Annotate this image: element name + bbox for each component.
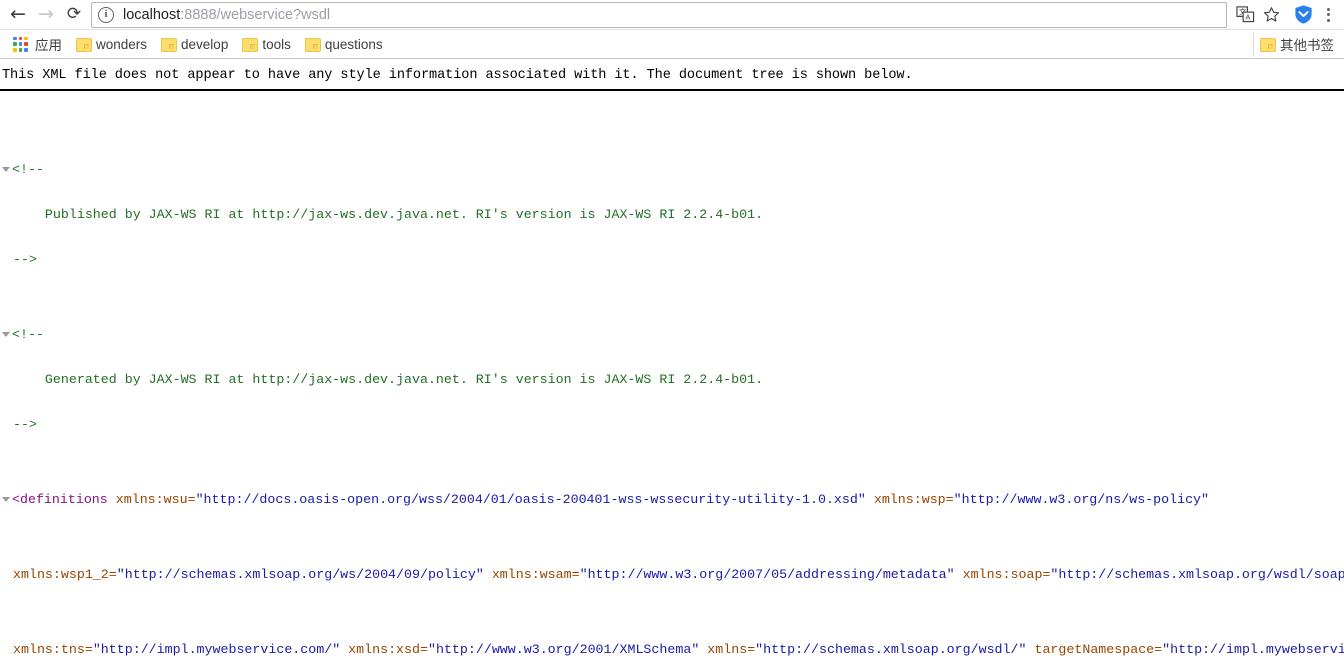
collapse-triangle-icon[interactable] — [2, 497, 10, 502]
attr-value: http://www.w3.org/2001/XMLSchema — [435, 642, 692, 657]
collapse-triangle-icon[interactable] — [2, 332, 10, 337]
attr-value: http://docs.oasis-open.org/wss/2004/01/o… — [203, 492, 858, 507]
comment-close-line: --> — [2, 417, 1344, 432]
comment-open-line: <!-- — [2, 162, 1344, 177]
comment-open-line: <!-- — [2, 327, 1344, 342]
browser-chrome: ← → ⟳ i localhost:8888/webservice?wsdl 文… — [0, 0, 1344, 59]
comment-body-line: Published by JAX-WS RI at http://jax-ws.… — [2, 207, 1344, 222]
apps-grid-icon — [13, 36, 28, 52]
folder-icon — [161, 38, 178, 52]
svg-text:A: A — [1245, 14, 1250, 22]
other-bookmarks-button[interactable]: 其他书签 — [1253, 33, 1340, 55]
url-host: localhost — [123, 6, 181, 23]
definitions-open-line2: xmlns:wsp1_2="http://schemas.xmlsoap.org… — [2, 567, 1344, 582]
attr-value: http://schemas.xmlsoap.org/wsdl/soap/ — [1058, 567, 1344, 582]
element-name: definitions — [19, 492, 108, 507]
bookmark-star-icon[interactable] — [1258, 2, 1284, 28]
bookmark-questions[interactable]: questions — [298, 33, 390, 55]
definitions-open-line1: <definitions xmlns:wsu="http://docs.oasi… — [2, 492, 1344, 507]
attr-name: xmlns:wsp1_2 — [13, 567, 109, 582]
forward-button[interactable]: → — [32, 1, 60, 29]
attr-value: http://www.w3.org/2007/05/addressing/met… — [587, 567, 947, 582]
chrome-menu-icon[interactable] — [1316, 2, 1340, 28]
comment-open: <!-- — [12, 162, 44, 177]
translate-icon[interactable]: 文 A — [1232, 2, 1258, 28]
comment-body-line: Generated by JAX-WS RI at http://jax-ws.… — [2, 372, 1344, 387]
definitions-open-line3: xmlns:tns="http://impl.mywebservice.com/… — [2, 642, 1344, 657]
comment-body: Generated by JAX-WS RI at http://jax-ws.… — [44, 372, 764, 387]
url-text: localhost:8888/webservice?wsdl — [123, 7, 330, 23]
menu-dot — [1326, 13, 1330, 16]
attr-name: xmlns:xsd — [348, 642, 420, 657]
bookmark-develop[interactable]: develop — [154, 33, 235, 55]
site-info-icon[interactable]: i — [98, 6, 114, 23]
back-arrow-icon: ← — [10, 3, 26, 25]
folder-icon — [1260, 38, 1276, 52]
browser-toolbar: ← → ⟳ i localhost:8888/webservice?wsdl 文… — [0, 0, 1344, 29]
shield-glyph — [1294, 5, 1312, 24]
attr-name: xmlns — [707, 642, 748, 657]
bookmark-label: tools — [262, 36, 291, 52]
translate-glyph: 文 A — [1235, 6, 1254, 23]
menu-dot — [1326, 7, 1330, 11]
attr-name: xmlns:wsam — [491, 567, 572, 582]
attr-name: xmlns:tns — [13, 642, 85, 657]
reload-icon: ⟳ — [66, 4, 82, 24]
folder-icon — [304, 38, 321, 52]
menu-dot — [1326, 18, 1330, 22]
apps-label: 应用 — [35, 38, 62, 53]
comment-body: Published by JAX-WS RI at http://jax-ws.… — [44, 207, 764, 222]
comment-close-line: --> — [2, 252, 1344, 267]
bookmark-tools[interactable]: tools — [235, 33, 298, 55]
attr-value: http://schemas.xmlsoap.org/wsdl/ — [763, 642, 1019, 657]
attr-name: targetNamespace — [1034, 642, 1155, 657]
bookmarks-bar: 应用 wonders develop tools questions 其他书签 — [0, 29, 1344, 58]
attr-name: xmlns:wsp — [873, 492, 946, 507]
bookmark-label: questions — [324, 36, 383, 52]
comment-close: --> — [13, 417, 37, 432]
attr-value: http://impl.mywebservice.com/ — [100, 642, 333, 657]
xml-document-tree: <!-- Published by JAX-WS RI at http://ja… — [0, 102, 1344, 661]
notice-divider — [0, 89, 1344, 91]
reload-button[interactable]: ⟳ — [60, 1, 88, 29]
extension-shield-icon[interactable] — [1290, 2, 1316, 28]
other-bookmarks-label: 其他书签 — [1280, 38, 1334, 53]
attr-name: xmlns:soap — [962, 567, 1043, 582]
comment-open: <!-- — [12, 327, 44, 342]
collapse-triangle-icon[interactable] — [2, 167, 10, 172]
attr-value: http://impl.mywebservice.com/ — [1170, 642, 1344, 657]
folder-icon — [242, 38, 259, 52]
xml-viewer: This XML file does not appear to have an… — [0, 59, 1344, 661]
xml-style-notice: This XML file does not appear to have an… — [2, 68, 913, 83]
bookmark-label: wonders — [96, 36, 148, 52]
forward-arrow-icon: → — [38, 3, 54, 25]
apps-shortcut[interactable]: 应用 — [6, 33, 69, 55]
url-path: :8888/webservice?wsdl — [180, 6, 331, 23]
folder-icon — [76, 38, 92, 52]
bookmark-label: develop — [181, 36, 229, 52]
star-glyph — [1263, 7, 1279, 22]
bookmark-wonders[interactable]: wonders — [69, 33, 154, 55]
attr-value: http://www.w3.org/ns/ws-policy — [961, 492, 1202, 507]
back-button[interactable]: ← — [4, 1, 32, 29]
attr-value: http://schemas.xmlsoap.org/ws/2004/09/po… — [124, 567, 476, 582]
attr-name: xmlns:wsu — [115, 492, 188, 507]
address-bar[interactable]: i localhost:8888/webservice?wsdl — [91, 1, 1227, 28]
comment-close: --> — [13, 252, 37, 267]
